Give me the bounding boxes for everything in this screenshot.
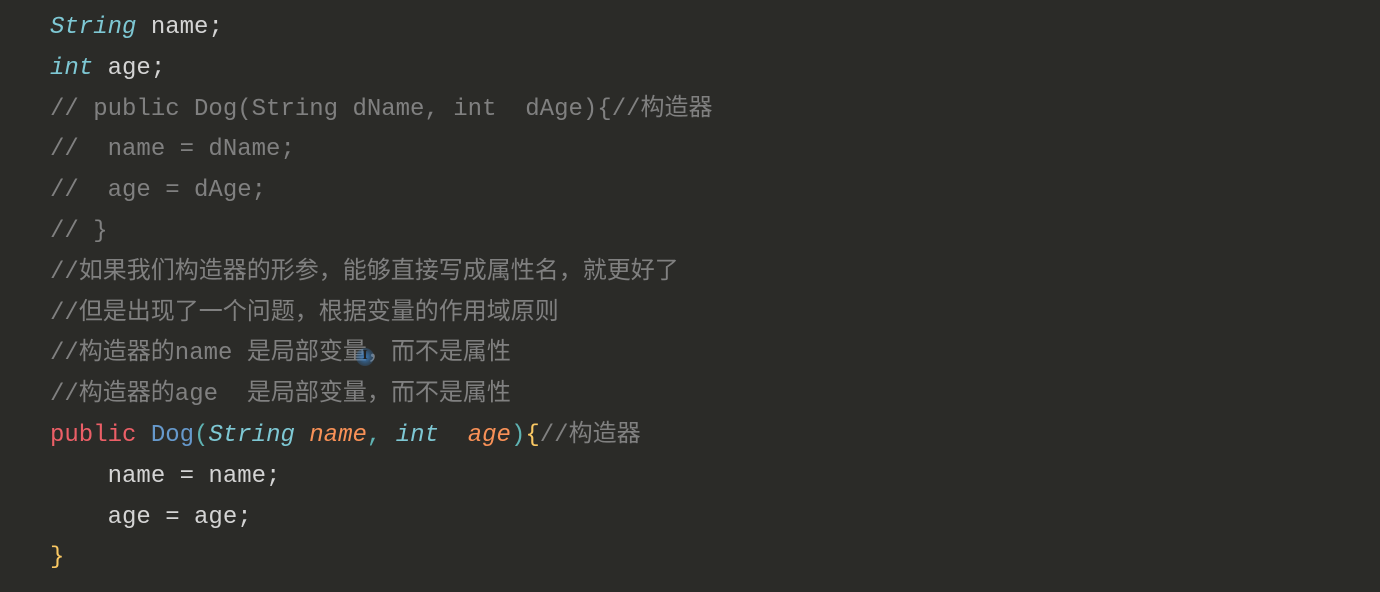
comment: // } (50, 218, 108, 245)
space (295, 422, 309, 449)
code-line-4[interactable]: // name = dName; (50, 130, 1380, 171)
semicolon: ; (208, 14, 222, 41)
right-paren: ) (511, 422, 525, 449)
text-cursor-icon: I (356, 348, 374, 366)
identifier: name (136, 14, 208, 41)
semicolon: ; (151, 55, 165, 82)
code-line-12[interactable]: name = name; (50, 457, 1380, 498)
comment: // public Dog(String dName, int dAge){//… (50, 96, 713, 123)
code-line-3[interactable]: // public Dog(String dName, int dAge){//… (50, 90, 1380, 131)
comment: //如果我们构造器的形参，能够直接写成属性名，就更好了 (50, 259, 679, 286)
param-type: int (396, 422, 439, 449)
code-line-6[interactable]: // } (50, 212, 1380, 253)
code-line-7[interactable]: //如果我们构造器的形参，能够直接写成属性名，就更好了 (50, 253, 1380, 294)
cursor-glyph: I (362, 344, 367, 368)
keyword-public: public (50, 422, 136, 449)
code-line-9[interactable]: //构造器的name 是局部变量，而不是属性 (50, 334, 1380, 375)
code-line-5[interactable]: // age = dAge; (50, 171, 1380, 212)
comma: , (367, 422, 396, 449)
code-line-1[interactable]: String name; (50, 8, 1380, 49)
code-line-13[interactable]: age = age; (50, 498, 1380, 539)
comment: // age = dAge; (50, 177, 266, 204)
identifier: age (93, 55, 151, 82)
left-paren: ( (194, 422, 208, 449)
code-line-2[interactable]: int age; (50, 49, 1380, 90)
param-name: age (468, 422, 511, 449)
type-keyword: String (50, 14, 136, 41)
comment: //但是出现了一个问题，根据变量的作用域原则 (50, 300, 559, 327)
comment: //构造器的name 是局部变量，而不是属性 (50, 340, 511, 367)
param-type: String (208, 422, 294, 449)
comment: //构造器的age 是局部变量，而不是属性 (50, 381, 511, 408)
code-line-14[interactable]: } (50, 538, 1380, 579)
left-brace: { (525, 422, 539, 449)
comment: //构造器 (540, 422, 641, 449)
statement: age = age; (50, 504, 252, 531)
statement: name = name; (50, 463, 280, 490)
param-name: name (309, 422, 367, 449)
code-line-8[interactable]: //但是出现了一个问题，根据变量的作用域原则 (50, 294, 1380, 335)
right-brace: } (50, 544, 64, 571)
type-keyword: int (50, 55, 93, 82)
space (136, 422, 150, 449)
class-name: Dog (151, 422, 194, 449)
comment: // name = dName; (50, 136, 295, 163)
code-line-11[interactable]: public Dog(String name, int age){//构造器 (50, 416, 1380, 457)
code-line-10[interactable]: //构造器的age 是局部变量，而不是属性 (50, 375, 1380, 416)
space (439, 422, 468, 449)
